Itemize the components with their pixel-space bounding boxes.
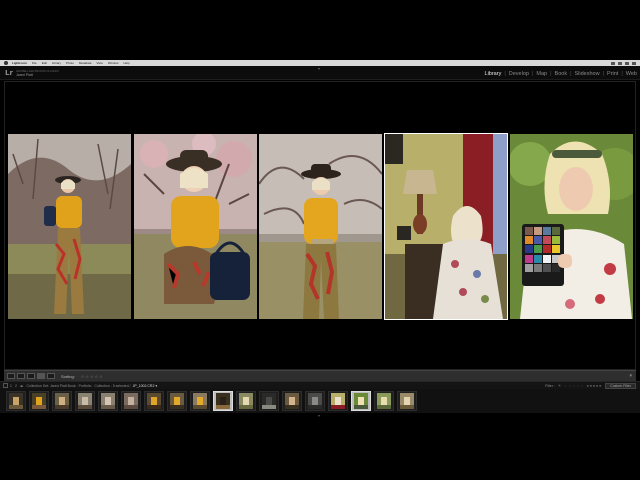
thumb-image bbox=[354, 393, 368, 409]
thumb-image bbox=[193, 393, 207, 409]
module-picker: Library | Develop | Map | Book | Slideshow | … bbox=[484, 71, 637, 77]
module-develop[interactable]: Develop bbox=[509, 71, 529, 77]
filmstrip-thumb[interactable] bbox=[29, 391, 49, 411]
lightroom-logo: Lr bbox=[5, 69, 13, 77]
thumb-image bbox=[285, 393, 299, 409]
survey-view-button[interactable] bbox=[37, 373, 45, 379]
filmstrip-thumb[interactable] bbox=[374, 391, 394, 411]
search-icon[interactable] bbox=[632, 61, 636, 65]
filmstrip-thumb[interactable] bbox=[397, 391, 417, 411]
identity-plate: Lr ADOBE LIGHTROOM CLASSIC Jared Platt ▾… bbox=[0, 66, 640, 80]
filmstrip-thumb[interactable] bbox=[144, 391, 164, 411]
menu-metadata[interactable]: Metadata bbox=[79, 61, 92, 65]
page-2[interactable]: 2 bbox=[15, 384, 17, 388]
survey-view bbox=[4, 81, 636, 370]
filmstrip-header: 1 2 ◂ ▸ Collection Set: Jared Platt Book… bbox=[0, 381, 640, 389]
rating-stars[interactable]: ☆☆☆☆☆ bbox=[81, 374, 104, 379]
module-library[interactable]: Library bbox=[485, 71, 502, 77]
thumb-image bbox=[78, 393, 92, 409]
module-print[interactable]: Print bbox=[607, 71, 618, 77]
page-1[interactable]: 1 bbox=[10, 384, 12, 388]
library-toolbar: Sorting: ☆☆☆☆☆ ▾ bbox=[4, 370, 636, 381]
thumb-image bbox=[216, 393, 230, 409]
thumb-image bbox=[331, 393, 345, 409]
survey-photo-interior-lamp[interactable] bbox=[384, 133, 508, 320]
thumb-image bbox=[308, 393, 322, 409]
filmstrip-thumb[interactable] bbox=[121, 391, 141, 411]
battery-icon[interactable] bbox=[618, 61, 622, 65]
wifi-icon[interactable] bbox=[611, 61, 615, 65]
filmstrip-thumb[interactable] bbox=[236, 391, 256, 411]
filter-label: Filter : bbox=[545, 384, 555, 388]
filmstrip-thumb[interactable] bbox=[351, 391, 371, 411]
module-web[interactable]: Web bbox=[626, 71, 637, 77]
menu-window[interactable]: Window bbox=[108, 61, 119, 65]
thumb-image bbox=[239, 393, 253, 409]
survey-photo-orchard-hat[interactable] bbox=[259, 134, 382, 319]
filmstrip-thumb[interactable] bbox=[98, 391, 118, 411]
thumb-image bbox=[124, 393, 138, 409]
menu-library[interactable]: Library bbox=[52, 61, 61, 65]
thumb-image bbox=[101, 393, 115, 409]
filmstrip-thumb[interactable] bbox=[75, 391, 95, 411]
filmstrip-thumb[interactable] bbox=[167, 391, 187, 411]
compare-view-button[interactable] bbox=[27, 373, 35, 379]
thumb-image bbox=[32, 393, 46, 409]
module-slideshow[interactable]: Slideshow bbox=[575, 71, 600, 77]
filmstrip-thumb[interactable] bbox=[328, 391, 348, 411]
thumb-image bbox=[400, 393, 414, 409]
filmstrip-thumb[interactable] bbox=[305, 391, 325, 411]
menu-help[interactable]: Help bbox=[124, 61, 130, 65]
filmstrip-thumb[interactable] bbox=[259, 391, 279, 411]
secondary-display-icon[interactable] bbox=[3, 383, 8, 388]
thumb-image bbox=[377, 393, 391, 409]
filmstrip bbox=[0, 389, 640, 413]
menu-file[interactable]: File bbox=[32, 61, 37, 65]
filmstrip-thumb[interactable] bbox=[190, 391, 210, 411]
filmstrip-thumb[interactable] bbox=[213, 391, 233, 411]
module-book[interactable]: Book bbox=[555, 71, 568, 77]
photo-image bbox=[259, 134, 382, 319]
forward-arrow-icon[interactable]: ▸ bbox=[22, 384, 24, 388]
thumb-image bbox=[170, 393, 184, 409]
grid-view-button[interactable] bbox=[7, 373, 15, 379]
toolbar-options-icon[interactable]: ▾ bbox=[629, 373, 632, 379]
module-map[interactable]: Map bbox=[536, 71, 547, 77]
current-filename[interactable]: JP_1002.CR2 ▾ bbox=[133, 384, 158, 388]
thumb-image bbox=[9, 393, 23, 409]
survey-photo-colorchecker[interactable] bbox=[510, 134, 633, 319]
people-view-button[interactable] bbox=[47, 373, 55, 379]
loupe-view-button[interactable] bbox=[17, 373, 25, 379]
selection-count: Collection : 5 selected / bbox=[94, 383, 131, 388]
clock-icon[interactable] bbox=[625, 61, 629, 65]
apple-icon[interactable] bbox=[4, 61, 8, 65]
photo-image bbox=[385, 134, 507, 319]
menu-edit[interactable]: Edit bbox=[42, 61, 47, 65]
collapse-bottom-panel-icon[interactable]: ▾ bbox=[318, 413, 320, 418]
thumb-image bbox=[55, 393, 69, 409]
filmstrip-thumb[interactable] bbox=[282, 391, 302, 411]
filmstrip-thumb[interactable] bbox=[6, 391, 26, 411]
filter-flags-icon[interactable]: ⚑ ☆☆☆☆☆ ■■■■■ bbox=[558, 384, 602, 388]
collapse-top-panel-icon[interactable]: ▾ bbox=[318, 66, 320, 71]
menu-app[interactable]: Lightroom bbox=[12, 61, 27, 65]
identity-line2: Jared Platt bbox=[16, 73, 33, 77]
survey-photo-orchard-standing[interactable] bbox=[8, 134, 131, 319]
filmstrip-thumb[interactable] bbox=[52, 391, 72, 411]
filmstrip-source[interactable]: Collection Set: Jared Platt Book : Portf… bbox=[26, 384, 91, 388]
photo-image bbox=[8, 134, 131, 319]
menu-photo[interactable]: Photo bbox=[66, 61, 74, 65]
menu-view[interactable]: View bbox=[96, 61, 102, 65]
photo-image bbox=[134, 134, 257, 319]
thumb-image bbox=[262, 393, 276, 409]
photo-image bbox=[510, 134, 633, 319]
sort-label[interactable]: Sorting: bbox=[61, 374, 75, 379]
thumb-image bbox=[147, 393, 161, 409]
survey-photo-orchard-crouching[interactable] bbox=[134, 134, 257, 319]
